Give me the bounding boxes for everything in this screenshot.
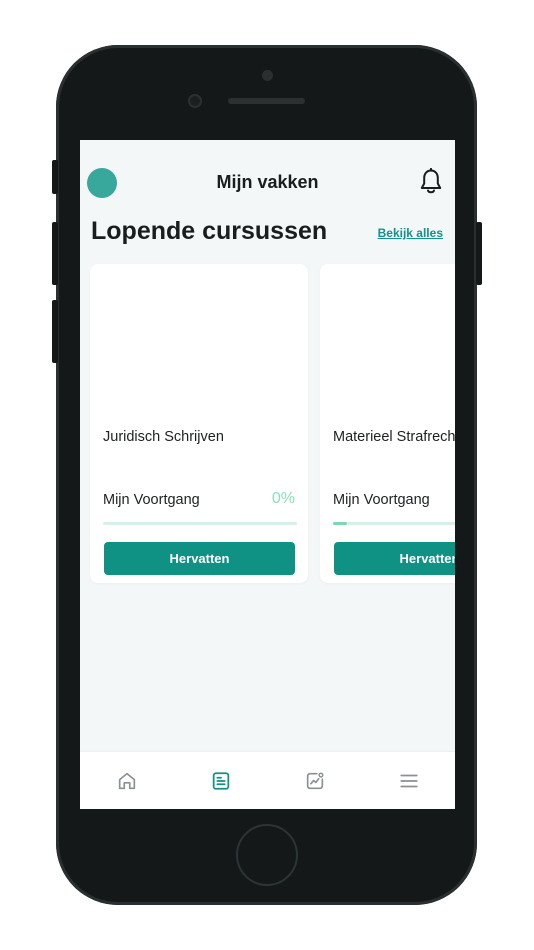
app-header: Mijn vakken [80,140,455,226]
mute-switch[interactable] [52,160,58,194]
menu-icon [399,774,418,788]
front-camera [188,94,202,108]
tab-stats[interactable] [268,752,361,809]
progress-percentage: 0% [271,490,295,507]
bottom-tab-bar [80,751,455,809]
tab-courses[interactable] [174,752,267,809]
progress-bar [333,522,455,525]
bell-icon[interactable] [419,168,443,196]
progress-label: Mijn Voortgang [333,492,430,508]
progress-bar [103,522,297,525]
course-name: Materieel Strafrecht [333,429,455,445]
power-button[interactable] [476,222,482,285]
home-icon [118,772,135,790]
resume-button[interactable]: Hervatten [334,542,455,575]
courses-icon [212,772,229,790]
progress-fill [333,522,347,525]
volume-up-button[interactable] [52,222,58,285]
page-title: Mijn vakken [216,172,319,192]
stats-icon [306,772,324,790]
see-all-link[interactable]: Bekijk alles [378,226,443,240]
volume-down-button[interactable] [52,300,58,363]
tab-menu[interactable] [362,752,455,809]
tab-home[interactable] [80,752,173,809]
course-name: Juridisch Schrijven [103,429,224,445]
section-title: Lopende cursussen [91,217,328,245]
resume-button[interactable]: Hervatten [104,542,295,575]
course-card[interactable]: Materieel Strafrecht Mijn Voortgang Herv… [320,264,455,583]
earpiece-speaker [228,98,305,104]
home-button[interactable] [236,824,298,886]
proximity-sensor [262,70,273,81]
app-screen: Mijn vakken Lopende cursussen Bekijk all… [80,140,455,809]
course-card[interactable]: Juridisch Schrijven Mijn Voortgang 0% He… [90,264,308,583]
course-carousel[interactable]: Juridisch Schrijven Mijn Voortgang 0% He… [90,264,455,584]
progress-label: Mijn Voortgang [103,492,200,508]
